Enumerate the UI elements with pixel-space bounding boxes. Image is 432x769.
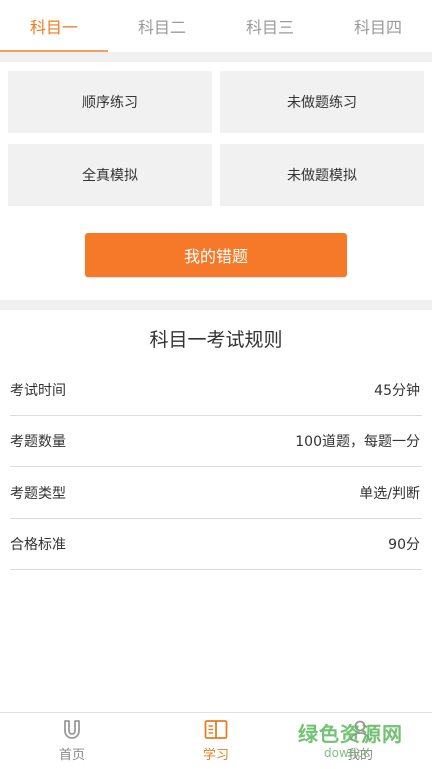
divider — [0, 300, 432, 310]
rule-value: 45分钟 — [374, 382, 420, 399]
nav-study[interactable]: 学习 — [144, 713, 288, 769]
book-icon — [204, 720, 228, 739]
rule-label: 合格标准 — [10, 536, 66, 553]
rule-label: 考题数量 — [10, 433, 66, 450]
watermark-text: 绿色资源网 — [298, 722, 403, 746]
tab-subject-2[interactable]: 科目二 — [108, 0, 216, 52]
rule-row-question-type: 考题类型 单选/判断 — [10, 467, 422, 519]
my-mistakes-button[interactable]: 我的错题 — [85, 233, 347, 277]
rule-row-exam-time: 考试时间 45分钟 — [10, 364, 422, 416]
subject-tabs: 科目一 科目二 科目三 科目四 — [0, 0, 432, 52]
full-mock-exam-button[interactable]: 全真模拟 — [8, 144, 212, 206]
tab-subject-3[interactable]: 科目三 — [216, 0, 324, 52]
rule-value: 单选/判断 — [359, 485, 420, 502]
tab-subject-1[interactable]: 科目一 — [0, 0, 108, 52]
rule-label: 考试时间 — [10, 382, 66, 399]
nav-study-label: 学习 — [202, 748, 229, 763]
unanswered-mock-exam-button[interactable]: 未做题模拟 — [220, 144, 424, 206]
rule-label: 考题类型 — [10, 485, 66, 502]
watermark-url: downcc — [324, 746, 370, 760]
rules-title: 科目一考试规则 — [149, 328, 283, 351]
tab-subject-4[interactable]: 科目四 — [324, 0, 432, 52]
sequence-practice-button[interactable]: 顺序练习 — [8, 71, 212, 133]
rule-row-question-count: 考题数量 100道题，每题一分 — [10, 415, 422, 467]
nav-home-label: 首页 — [58, 748, 85, 763]
rule-value: 100道题，每题一分 — [295, 433, 420, 450]
nav-home[interactable]: 首页 — [0, 713, 144, 769]
rule-row-passing-score: 合格标准 90分 — [10, 518, 422, 570]
unanswered-practice-button[interactable]: 未做题练习 — [220, 71, 424, 133]
home-magnet-icon — [64, 720, 80, 739]
rule-value: 90分 — [388, 536, 420, 553]
watermark: 绿色资源网 downcc — [296, 712, 428, 768]
divider — [0, 52, 432, 62]
